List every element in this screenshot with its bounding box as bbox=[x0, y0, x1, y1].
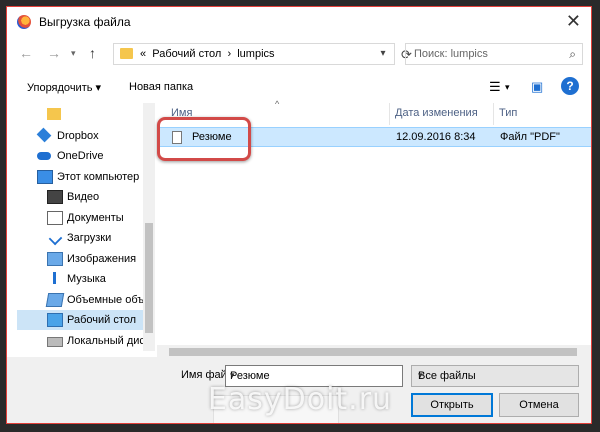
address-dropdown-icon[interactable]: ▾ bbox=[372, 44, 394, 64]
sidebar-item-label: Видео bbox=[67, 191, 100, 203]
watermark: EasyDoit.ru bbox=[207, 382, 393, 417]
breadcrumb-item-desktop[interactable]: Рабочий стол bbox=[152, 48, 221, 60]
address-row: ← → ▾ ↑ « Рабочий стол › lumpics ▾ ⟳ Пои… bbox=[7, 41, 591, 67]
firefox-icon bbox=[17, 15, 31, 29]
sidebar-item[interactable]: Объемные объ bbox=[17, 290, 145, 310]
sidebar-item-label: Этот компьютер bbox=[57, 170, 140, 183]
sidebar-item[interactable]: Загрузки bbox=[17, 228, 145, 248]
address-bar[interactable]: « Рабочий стол › lumpics ▾ bbox=[113, 43, 395, 65]
organize-button[interactable]: Упорядочить ▾ bbox=[27, 81, 101, 94]
sidebar-item-label: Dropbox bbox=[57, 129, 99, 142]
sidebar-item-label: Объемные объ bbox=[67, 293, 145, 306]
chevron-down-icon[interactable]: ▾ bbox=[418, 370, 574, 381]
file-type: Файл "PDF" bbox=[500, 131, 560, 143]
file-upload-dialog: Выгрузка файла ✕ ← → ▾ ↑ « Рабочий стол … bbox=[6, 6, 592, 424]
back-arrow-icon[interactable]: ← bbox=[19, 45, 33, 61]
sidebar-item-label: OneDrive bbox=[57, 150, 104, 162]
recent-locations-chevron-icon[interactable]: ▾ bbox=[71, 48, 76, 59]
view-options-icon[interactable]: ☰ bbox=[489, 79, 501, 95]
dropbox-icon bbox=[36, 127, 52, 142]
sidebar-item-label: Музыка bbox=[67, 273, 106, 285]
breadcrumb[interactable]: « Рабочий стол › lumpics bbox=[140, 48, 275, 60]
window-title: Выгрузка файла bbox=[39, 15, 131, 29]
forward-arrow-icon[interactable]: → bbox=[47, 45, 61, 61]
disk-icon bbox=[47, 336, 63, 347]
folder-icon bbox=[120, 48, 133, 59]
toolbar: Упорядочить ▾ Новая папка ☰ ▾ ▣ ? bbox=[7, 75, 591, 101]
up-arrow-icon[interactable]: ↑ bbox=[89, 45, 96, 61]
video-icon bbox=[47, 190, 63, 204]
sort-ascending-icon: ^ bbox=[275, 99, 280, 109]
sidebar-item-label: Рабочий стол bbox=[67, 314, 137, 326]
sidebar-item[interactable]: Видео bbox=[17, 187, 145, 207]
sidebar-item-label: Загрузки bbox=[67, 232, 112, 244]
new-folder-button[interactable]: Новая папка bbox=[129, 81, 193, 93]
desktop-icon bbox=[47, 313, 63, 327]
nav-scrollbar-thumb[interactable] bbox=[145, 223, 153, 333]
search-icon[interactable]: ⌕ bbox=[569, 47, 576, 62]
downloads-icon bbox=[48, 231, 63, 246]
sidebar-item[interactable] bbox=[17, 105, 145, 125]
sidebar-item[interactable]: Локальный дис bbox=[17, 331, 145, 351]
column-header-type[interactable]: Тип bbox=[499, 107, 517, 119]
onedrive-icon bbox=[37, 152, 51, 160]
preview-pane-icon[interactable]: ▣ bbox=[531, 79, 543, 95]
sidebar-item[interactable]: Dropbox bbox=[17, 126, 145, 146]
horizontal-scrollbar-thumb[interactable] bbox=[169, 348, 577, 356]
file-modified: 12.09.2016 8:34 bbox=[396, 131, 476, 143]
sidebar-item[interactable]: Документы bbox=[17, 208, 145, 228]
sidebar-item[interactable]: Рабочий стол bbox=[17, 310, 145, 330]
3d-objects-icon bbox=[45, 292, 65, 307]
pictures-icon bbox=[47, 251, 63, 266]
documents-icon bbox=[47, 210, 63, 225]
chevron-down-icon[interactable]: ▾ bbox=[230, 370, 398, 381]
sidebar-item-label: Документы bbox=[67, 211, 124, 224]
column-divider[interactable] bbox=[389, 103, 390, 125]
column-header-modified[interactable]: Дата изменения bbox=[395, 107, 478, 119]
sidebar-item-label: Локальный дис bbox=[67, 334, 145, 347]
search-input[interactable]: Поиск: lumpics ⌕ bbox=[405, 43, 583, 65]
sidebar-item-label: Изображения bbox=[67, 252, 137, 265]
title-bar: Выгрузка файла ✕ bbox=[7, 7, 591, 37]
highlight-annotation bbox=[157, 117, 251, 161]
sidebar-item[interactable]: Этот компьютер bbox=[17, 167, 145, 187]
folder-icon bbox=[47, 108, 61, 120]
navigation-pane: Dropbox OneDrive Этот компьютер Видео Докуме… bbox=[17, 103, 145, 351]
nav-scrollbar[interactable] bbox=[143, 103, 155, 351]
breadcrumb-item-lumpics[interactable]: lumpics bbox=[237, 48, 274, 60]
help-icon[interactable]: ? bbox=[561, 77, 579, 95]
computer-icon bbox=[37, 169, 53, 184]
music-icon bbox=[47, 272, 56, 284]
close-icon[interactable]: ✕ bbox=[566, 11, 581, 32]
sidebar-item[interactable]: Изображения bbox=[17, 249, 145, 269]
column-divider[interactable] bbox=[493, 103, 494, 125]
breadcrumb-overflow[interactable]: « bbox=[140, 48, 146, 60]
search-placeholder: Поиск: lumpics bbox=[414, 48, 488, 60]
breadcrumb-separator-icon[interactable]: › bbox=[227, 48, 231, 60]
sidebar-item[interactable]: OneDrive bbox=[17, 146, 145, 166]
view-dropdown-icon[interactable]: ▾ bbox=[505, 82, 510, 93]
sidebar-item[interactable]: Музыка bbox=[17, 269, 145, 289]
